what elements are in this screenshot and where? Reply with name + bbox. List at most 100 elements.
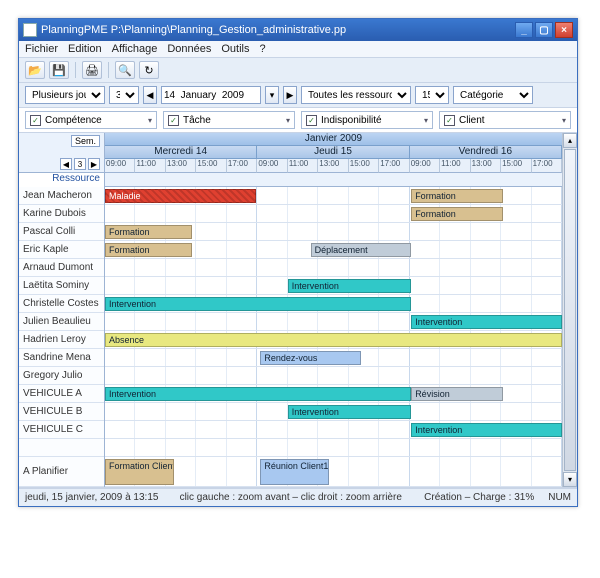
refresh-icon[interactable]: ↻ <box>139 61 159 79</box>
resource-row[interactable] <box>19 439 104 457</box>
open-icon[interactable]: 📂 <box>25 61 45 79</box>
task-bar[interactable]: Déplacement <box>311 243 412 257</box>
timeline-row[interactable] <box>105 367 562 385</box>
menu-outils[interactable]: Outils <box>221 43 249 55</box>
resource-row[interactable]: Pascal Colli <box>19 223 104 241</box>
scroll-down-button[interactable]: ▾ <box>563 472 577 487</box>
separator <box>75 62 76 78</box>
hour-header: 17:00 <box>379 159 409 173</box>
check-icon[interactable]: ✓ <box>168 115 179 126</box>
maximize-button[interactable]: ▢ <box>535 22 553 38</box>
resource-row[interactable]: A Planifier <box>19 457 104 487</box>
resource-row[interactable]: Jean Macheron <box>19 187 104 205</box>
task-rows[interactable]: Maladie Formation Formation Formation Format… <box>105 187 562 487</box>
day-header[interactable]: Mercredi 14 <box>105 146 257 159</box>
timeline-grid[interactable]: Janvier 2009 Mercredi 14Jeudi 15Vendredi… <box>105 133 562 487</box>
week-label-box[interactable]: Sem. <box>71 135 100 147</box>
timeline-row[interactable] <box>105 439 562 457</box>
menu-fichier[interactable]: Fichier <box>25 43 58 55</box>
close-button[interactable]: × <box>555 22 573 38</box>
task-bar[interactable]: Intervention <box>288 279 411 293</box>
date-dropdown-button[interactable]: ▾ <box>265 86 279 104</box>
chevron-down-icon[interactable]: ▾ <box>562 116 566 125</box>
resource-row[interactable]: VEHICULE B <box>19 403 104 421</box>
resource-row[interactable]: Gregory Julio <box>19 367 104 385</box>
vertical-scrollbar[interactable]: ▴ ▾ <box>562 133 577 487</box>
resource-row[interactable]: Laëtita Sominy <box>19 277 104 295</box>
task-bar[interactable]: Intervention <box>105 297 411 311</box>
timeline-row[interactable] <box>105 457 562 487</box>
date-input[interactable] <box>161 86 261 104</box>
check-icon[interactable]: ✓ <box>444 115 455 126</box>
resource-row[interactable]: Sandrine Mena <box>19 349 104 367</box>
task-bar[interactable]: Rendez-vous <box>260 351 361 365</box>
save-icon[interactable]: 💾 <box>49 61 69 79</box>
hour-header: 17:00 <box>532 159 562 173</box>
week-next-button[interactable]: ▶ <box>88 158 100 170</box>
scroll-thumb[interactable] <box>564 149 576 471</box>
chevron-down-icon[interactable]: ▾ <box>286 116 290 125</box>
resource-row[interactable]: Eric Kaple <box>19 241 104 259</box>
filter-indisponibilite[interactable]: ✓ Indisponibilité ▾ <box>301 111 433 129</box>
filter-competence[interactable]: ✓ Compétence ▾ <box>25 111 157 129</box>
resource-row[interactable]: Arnaud Dumont <box>19 259 104 277</box>
timeline-row[interactable] <box>105 259 562 277</box>
toolbar-main: 📂 💾 🖨 🔍 ↻ <box>19 58 577 83</box>
grouping-select[interactable]: Catégorie <box>453 86 533 104</box>
scroll-up-button[interactable]: ▴ <box>563 133 577 148</box>
resource-count-select[interactable]: 15 <box>415 86 449 104</box>
hour-header: 11:00 <box>135 159 165 173</box>
view-mode-select[interactable]: Plusieurs jours <box>25 86 105 104</box>
minimize-button[interactable]: _ <box>515 22 533 38</box>
hour-header: 09:00 <box>105 159 135 173</box>
resource-row[interactable]: VEHICULE A <box>19 385 104 403</box>
print-icon[interactable]: 🖨 <box>82 61 102 79</box>
chevron-down-icon[interactable]: ▾ <box>424 116 428 125</box>
resource-header: Ressource <box>19 173 104 187</box>
resource-row[interactable]: Christelle Costes <box>19 295 104 313</box>
task-bar[interactable]: Intervention <box>288 405 411 419</box>
task-bar[interactable]: Formation <box>105 243 192 257</box>
week-prev-button[interactable]: ◀ <box>60 158 72 170</box>
menu-edition[interactable]: Edition <box>68 43 102 55</box>
date-next-button[interactable]: ▶ <box>283 86 297 104</box>
status-numlock: NUM <box>548 492 571 503</box>
filter-tache[interactable]: ✓ Tâche ▾ <box>163 111 295 129</box>
menu-donnees[interactable]: Données <box>167 43 211 55</box>
month-header: Janvier 2009 <box>105 133 562 146</box>
task-bar[interactable]: Intervention <box>105 387 411 401</box>
search-icon[interactable]: 🔍 <box>115 61 135 79</box>
day-header-row: Mercredi 14Jeudi 15Vendredi 16 <box>105 146 562 159</box>
chevron-down-icon[interactable]: ▾ <box>148 116 152 125</box>
task-bar[interactable]: Formation <box>105 225 192 239</box>
day-header[interactable]: Vendredi 16 <box>410 146 562 159</box>
resource-row[interactable]: Julien Beaulieu <box>19 313 104 331</box>
date-prev-button[interactable]: ◀ <box>143 86 157 104</box>
hour-header: 13:00 <box>471 159 501 173</box>
view-count-select[interactable]: 3 <box>109 86 139 104</box>
check-icon[interactable]: ✓ <box>30 115 41 126</box>
day-header[interactable]: Jeudi 15 <box>257 146 409 159</box>
task-bar[interactable]: Formation Client6 <box>105 459 174 485</box>
task-bar[interactable]: Intervention <box>411 423 562 437</box>
resource-row[interactable]: Hadrien Leroy <box>19 331 104 349</box>
task-bar[interactable]: Réunion Client1 <box>260 459 329 485</box>
resource-scope-select[interactable]: Toutes les ressources <box>301 86 411 104</box>
hour-header: 15:00 <box>349 159 379 173</box>
check-icon[interactable]: ✓ <box>306 115 317 126</box>
menu-help[interactable]: ? <box>260 43 266 55</box>
title-bar[interactable]: PlanningPME P:\Planning\Planning_Gestion… <box>19 19 577 41</box>
task-bar[interactable]: Formation <box>411 207 502 221</box>
task-bar[interactable]: Absence <box>105 333 562 347</box>
task-bar[interactable]: Formation <box>411 189 502 203</box>
hour-header: 09:00 <box>257 159 287 173</box>
hour-header: 15:00 <box>196 159 226 173</box>
task-bar[interactable]: Maladie <box>105 189 256 203</box>
filter-client[interactable]: ✓ Client ▾ <box>439 111 571 129</box>
resource-row[interactable]: Karine Dubois <box>19 205 104 223</box>
task-bar[interactable]: Révision <box>411 387 502 401</box>
resource-row[interactable]: VEHICULE C <box>19 421 104 439</box>
task-bar[interactable]: Intervention <box>411 315 562 329</box>
menu-affichage[interactable]: Affichage <box>112 43 158 55</box>
hour-header: 15:00 <box>501 159 531 173</box>
